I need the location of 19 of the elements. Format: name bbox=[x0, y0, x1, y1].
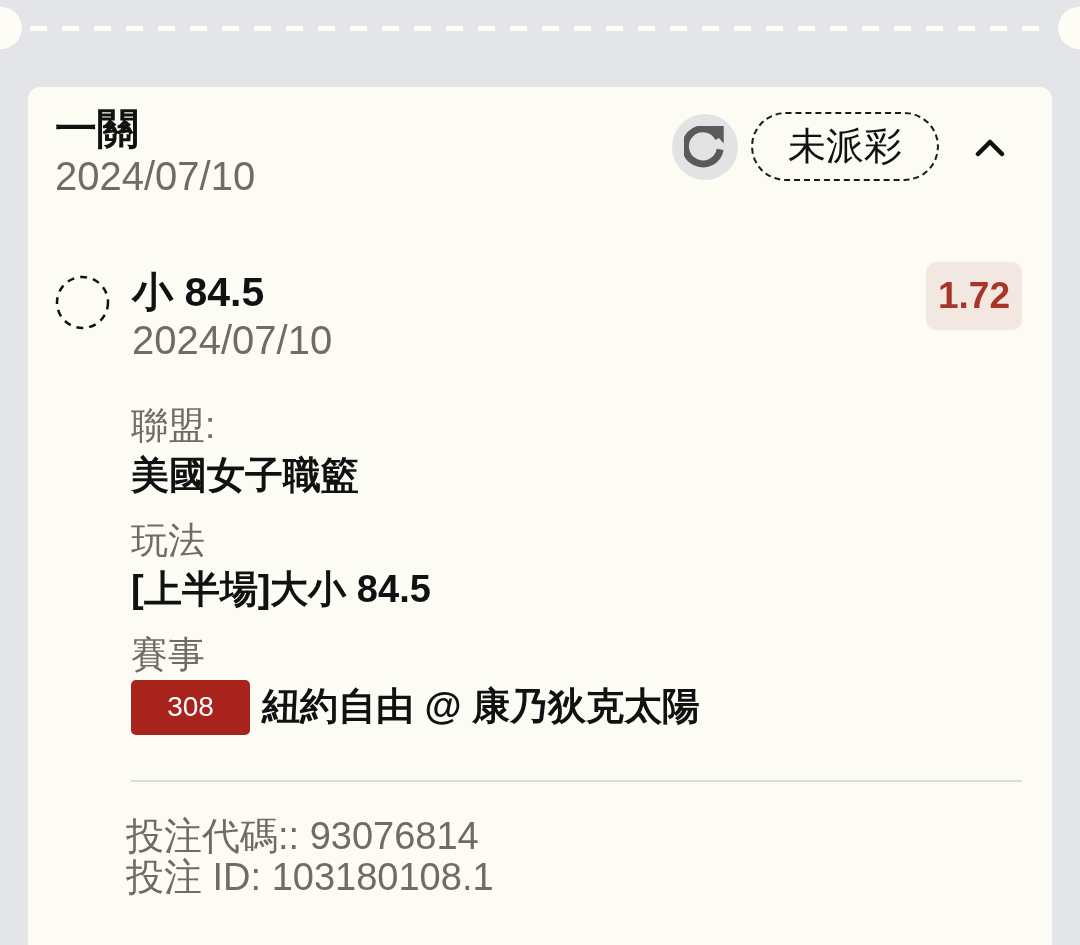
selection-name: 小 84.5 bbox=[132, 268, 266, 318]
field-label: 聯盟: bbox=[131, 404, 217, 449]
ticket-notch bbox=[1058, 7, 1080, 49]
ticket-title: 一關 bbox=[55, 105, 140, 154]
ticket-date: 2024/07/10 bbox=[55, 153, 256, 200]
dashed-circle-icon bbox=[55, 275, 110, 331]
field-value: [上半場]大小 84.5 bbox=[131, 567, 432, 613]
field-label: 賽事 bbox=[131, 633, 206, 678]
match-number-badge: 308 bbox=[131, 679, 250, 735]
status-pill: 未派彩 bbox=[751, 112, 939, 182]
bet-reference: 投注代碼:: 93076814 bbox=[126, 815, 480, 858]
field-value: 美國女子職籃 bbox=[131, 452, 360, 498]
odds-badge: 1.72 bbox=[926, 262, 1022, 331]
bet-reference: 投注 ID: 103180108.1 bbox=[126, 857, 495, 900]
field-value: 紐約自由 @ 康乃狄克太陽 bbox=[262, 684, 701, 730]
refresh-icon bbox=[684, 125, 726, 168]
ticket-notch bbox=[0, 7, 22, 49]
selection-date: 2024/07/10 bbox=[132, 317, 334, 364]
field-label: 玩法 bbox=[131, 518, 206, 563]
